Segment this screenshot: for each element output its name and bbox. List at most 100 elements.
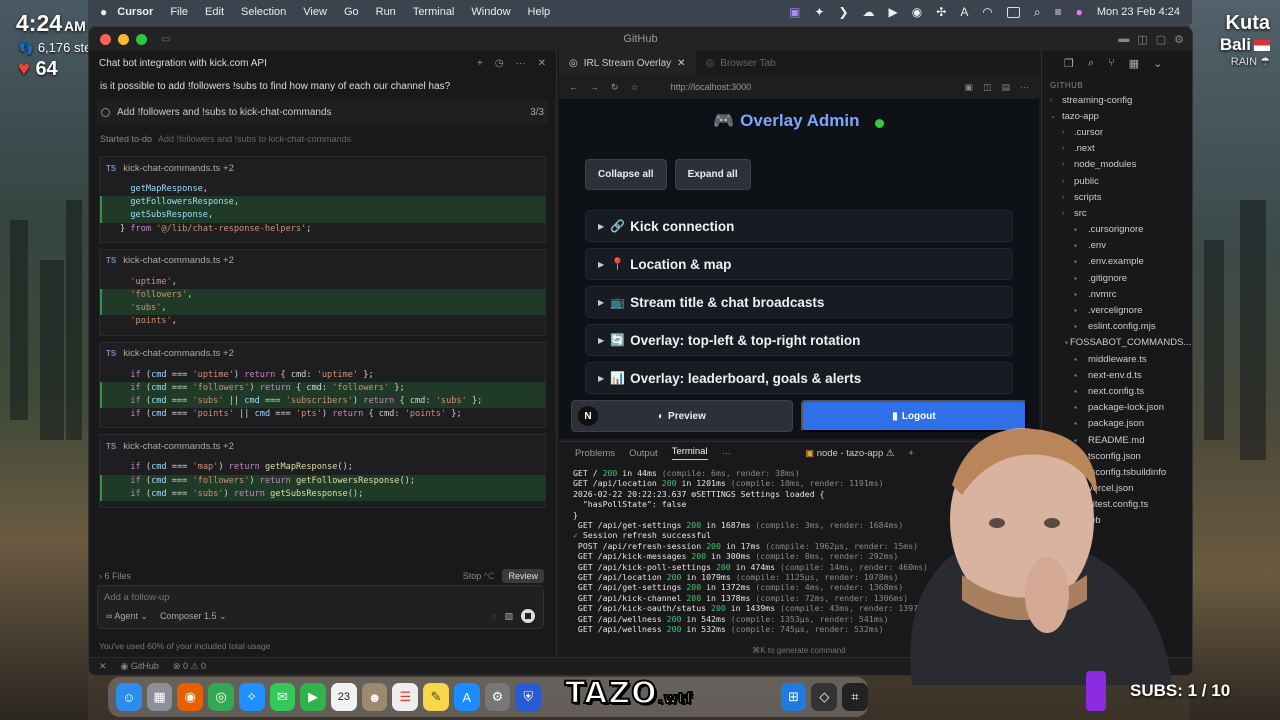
code-diff-block[interactable]: TS kick-chat-commands.ts +2 if (cmd === '… — [99, 341, 546, 429]
new-chat-icon[interactable]: + — [477, 58, 483, 69]
fan-icon[interactable]: ✣ — [936, 5, 946, 19]
branch-status[interactable]: ◉ GitHub — [121, 661, 159, 672]
problems-count[interactable]: ⊗ 0 ⚠ 0 — [173, 661, 206, 672]
explorer-item[interactable]: ▪ next.config.ts — [1042, 383, 1192, 399]
stop-button[interactable]: Stop ^C — [463, 571, 495, 581]
section-kick-connection[interactable]: ▶ 🔗 Kick connection — [585, 210, 1013, 242]
notes-icon[interactable]: ✎ — [423, 683, 449, 711]
diff-file-header[interactable]: TS kick-chat-commands.ts +2 — [100, 343, 545, 365]
play-icon[interactable]: ▶ — [889, 5, 898, 19]
menu-run[interactable]: Run — [376, 6, 396, 18]
contacts-icon[interactable]: ☻ — [361, 683, 388, 711]
launchpad-icon[interactable]: ▦ — [146, 683, 173, 711]
panel-icon[interactable]: ▤ — [1001, 82, 1010, 93]
battery-icon[interactable] — [1006, 6, 1020, 18]
tab-browser[interactable]: ◎ Browser Tab — [696, 51, 786, 75]
files-icon[interactable]: ❐ — [1064, 57, 1074, 70]
menu-go[interactable]: Go — [344, 6, 359, 18]
todo-summary[interactable]: Add !followers and !subs to kick-chat-co… — [97, 101, 548, 123]
menu-help[interactable]: Help — [528, 6, 551, 18]
model-selector[interactable]: Composer 1.5 ⌄ — [160, 611, 227, 622]
reminders-icon[interactable]: ☰ — [392, 683, 419, 711]
explorer-item[interactable]: ▪ eslint.config.mjs — [1042, 319, 1192, 335]
section-overlay-leaderboard[interactable]: ▶ 📊 Overlay: leaderboard, goals & alerts — [585, 362, 1013, 394]
expand-all-button[interactable]: Expand all — [674, 159, 751, 190]
explorer-item[interactable]: ▪ package-lock.json — [1042, 400, 1192, 416]
explorer-item[interactable]: › src — [1042, 205, 1192, 221]
explorer-item[interactable]: ▪ .cursorignore — [1042, 222, 1192, 238]
explorer-item[interactable]: › public — [1042, 173, 1192, 189]
controller-icon[interactable]: ◉ — [912, 5, 922, 19]
stop-generation-button[interactable] — [521, 609, 535, 623]
settings-gear-icon[interactable]: ⚙ — [1174, 33, 1184, 46]
section-stream-title[interactable]: ▶ 📺 Stream title & chat broadcasts — [585, 286, 1013, 318]
explorer-item[interactable]: ▪ FOSSABOT_COMMANDS.... — [1042, 335, 1192, 351]
layout-sidebar-icon[interactable]: ▢ — [1156, 33, 1166, 46]
apple-icon[interactable]: ● — [100, 5, 107, 19]
close-tab-icon[interactable]: ✕ — [677, 58, 685, 69]
extension-icon[interactable]: ✦ — [814, 5, 824, 19]
calendar-icon[interactable]: 23 — [331, 683, 357, 711]
finder-icon[interactable]: ☺ — [116, 683, 142, 711]
devtools-icon[interactable]: ◫ — [983, 82, 992, 93]
more-icon[interactable]: ··· — [516, 58, 526, 69]
layout-panel-icon[interactable]: ▬ — [1118, 33, 1129, 46]
bookmark-star-icon[interactable]: ☆ — [631, 82, 639, 93]
menu-app-name[interactable]: Cursor — [117, 6, 153, 18]
diff-file-header[interactable]: TS kick-chat-commands.ts +2 — [100, 157, 545, 179]
chevron-icon[interactable]: ❯ — [838, 5, 848, 19]
menubar-clock[interactable]: Mon 23 Feb 4:24 — [1097, 6, 1180, 18]
explorer-item[interactable]: ▪ .env — [1042, 238, 1192, 254]
tab-irl-stream-overlay[interactable]: ◎ IRL Stream Overlay ✕ — [559, 51, 696, 75]
explorer-item[interactable]: ▪ next-env.d.ts — [1042, 367, 1192, 383]
screenshot-icon[interactable]: ▣ — [964, 82, 973, 93]
section-overlay-rotation[interactable]: ▶ 🔄 Overlay: top-left & top-right rotation — [585, 324, 1013, 356]
tab-problems[interactable]: Problems — [575, 448, 615, 459]
menu-selection[interactable]: Selection — [241, 6, 286, 18]
review-button[interactable]: Review — [502, 569, 544, 583]
menu-view[interactable]: View — [303, 6, 327, 18]
follow-up-input[interactable] — [98, 586, 499, 609]
explorer-section-header[interactable]: GITHUB — [1042, 75, 1192, 92]
keyboard-input-icon[interactable]: A — [960, 5, 968, 19]
explorer-item[interactable]: ⌄ tazo-app — [1042, 108, 1192, 124]
menu-edit[interactable]: Edit — [205, 6, 224, 18]
more-icon[interactable]: ··· — [1020, 82, 1029, 93]
tab-output[interactable]: Output — [629, 448, 658, 459]
image-attach-icon[interactable]: ▨ — [504, 611, 513, 622]
forward-icon[interactable]: → — [590, 82, 599, 92]
source-control-icon[interactable]: ⑂ — [1108, 57, 1115, 69]
diff-file-header[interactable]: TS kick-chat-commands.ts +2 — [100, 250, 545, 272]
app-store-icon[interactable]: A — [453, 683, 480, 711]
layout-split-icon[interactable]: ◫ — [1137, 33, 1147, 46]
control-center-icon[interactable]: ≡ — [1055, 5, 1062, 19]
shield-icon[interactable]: ⛨ — [515, 683, 542, 711]
chrome-icon[interactable]: ◎ — [208, 683, 234, 711]
wifi-icon[interactable]: ◠ — [982, 5, 992, 19]
facetime-icon[interactable]: ▶ — [300, 683, 327, 711]
explorer-item[interactable]: › scripts — [1042, 189, 1192, 205]
explorer-item[interactable]: › streaming-config — [1042, 92, 1192, 108]
mode-selector[interactable]: ∞ Agent ⌄ — [106, 611, 148, 622]
menu-window[interactable]: Window — [471, 6, 510, 18]
reload-icon[interactable]: ↻ — [611, 82, 619, 93]
tab-terminal[interactable]: Terminal — [671, 446, 708, 460]
code-diff-block[interactable]: TS kick-chat-commands.ts +2 if (cmd === '… — [99, 434, 546, 509]
url-field[interactable]: http://localhost:3000 — [671, 82, 752, 92]
explorer-item[interactable]: ▪ middleware.ts — [1042, 351, 1192, 367]
history-icon[interactable]: ◷ — [495, 58, 504, 69]
cloud-icon[interactable]: ☁ — [863, 5, 875, 19]
more-icon[interactable]: ··· — [722, 448, 732, 459]
section-location-map[interactable]: ▶ 📍 Location & map — [585, 248, 1013, 280]
search-icon[interactable]: ⌕ — [1034, 5, 1041, 20]
chevron-down-icon[interactable]: ⌄ — [1153, 57, 1162, 70]
extensions-icon[interactable]: ▦ — [1129, 57, 1139, 70]
code-diff-block[interactable]: TS kick-chat-commands.ts +2 getMapRespons… — [99, 156, 546, 243]
explorer-item[interactable]: ▪ .nvmrc — [1042, 286, 1192, 302]
windows-app-icon[interactable]: ⊞ — [780, 683, 807, 711]
explorer-item[interactable]: ▪ .env.example — [1042, 254, 1192, 270]
siri-icon[interactable]: ● — [1076, 5, 1083, 19]
close-icon[interactable]: ✕ — [538, 58, 546, 69]
search-icon[interactable]: ⌕ — [1088, 57, 1094, 70]
code-diff-block[interactable]: TS kick-chat-commands.ts +2 'uptime', 'fo… — [99, 248, 546, 336]
